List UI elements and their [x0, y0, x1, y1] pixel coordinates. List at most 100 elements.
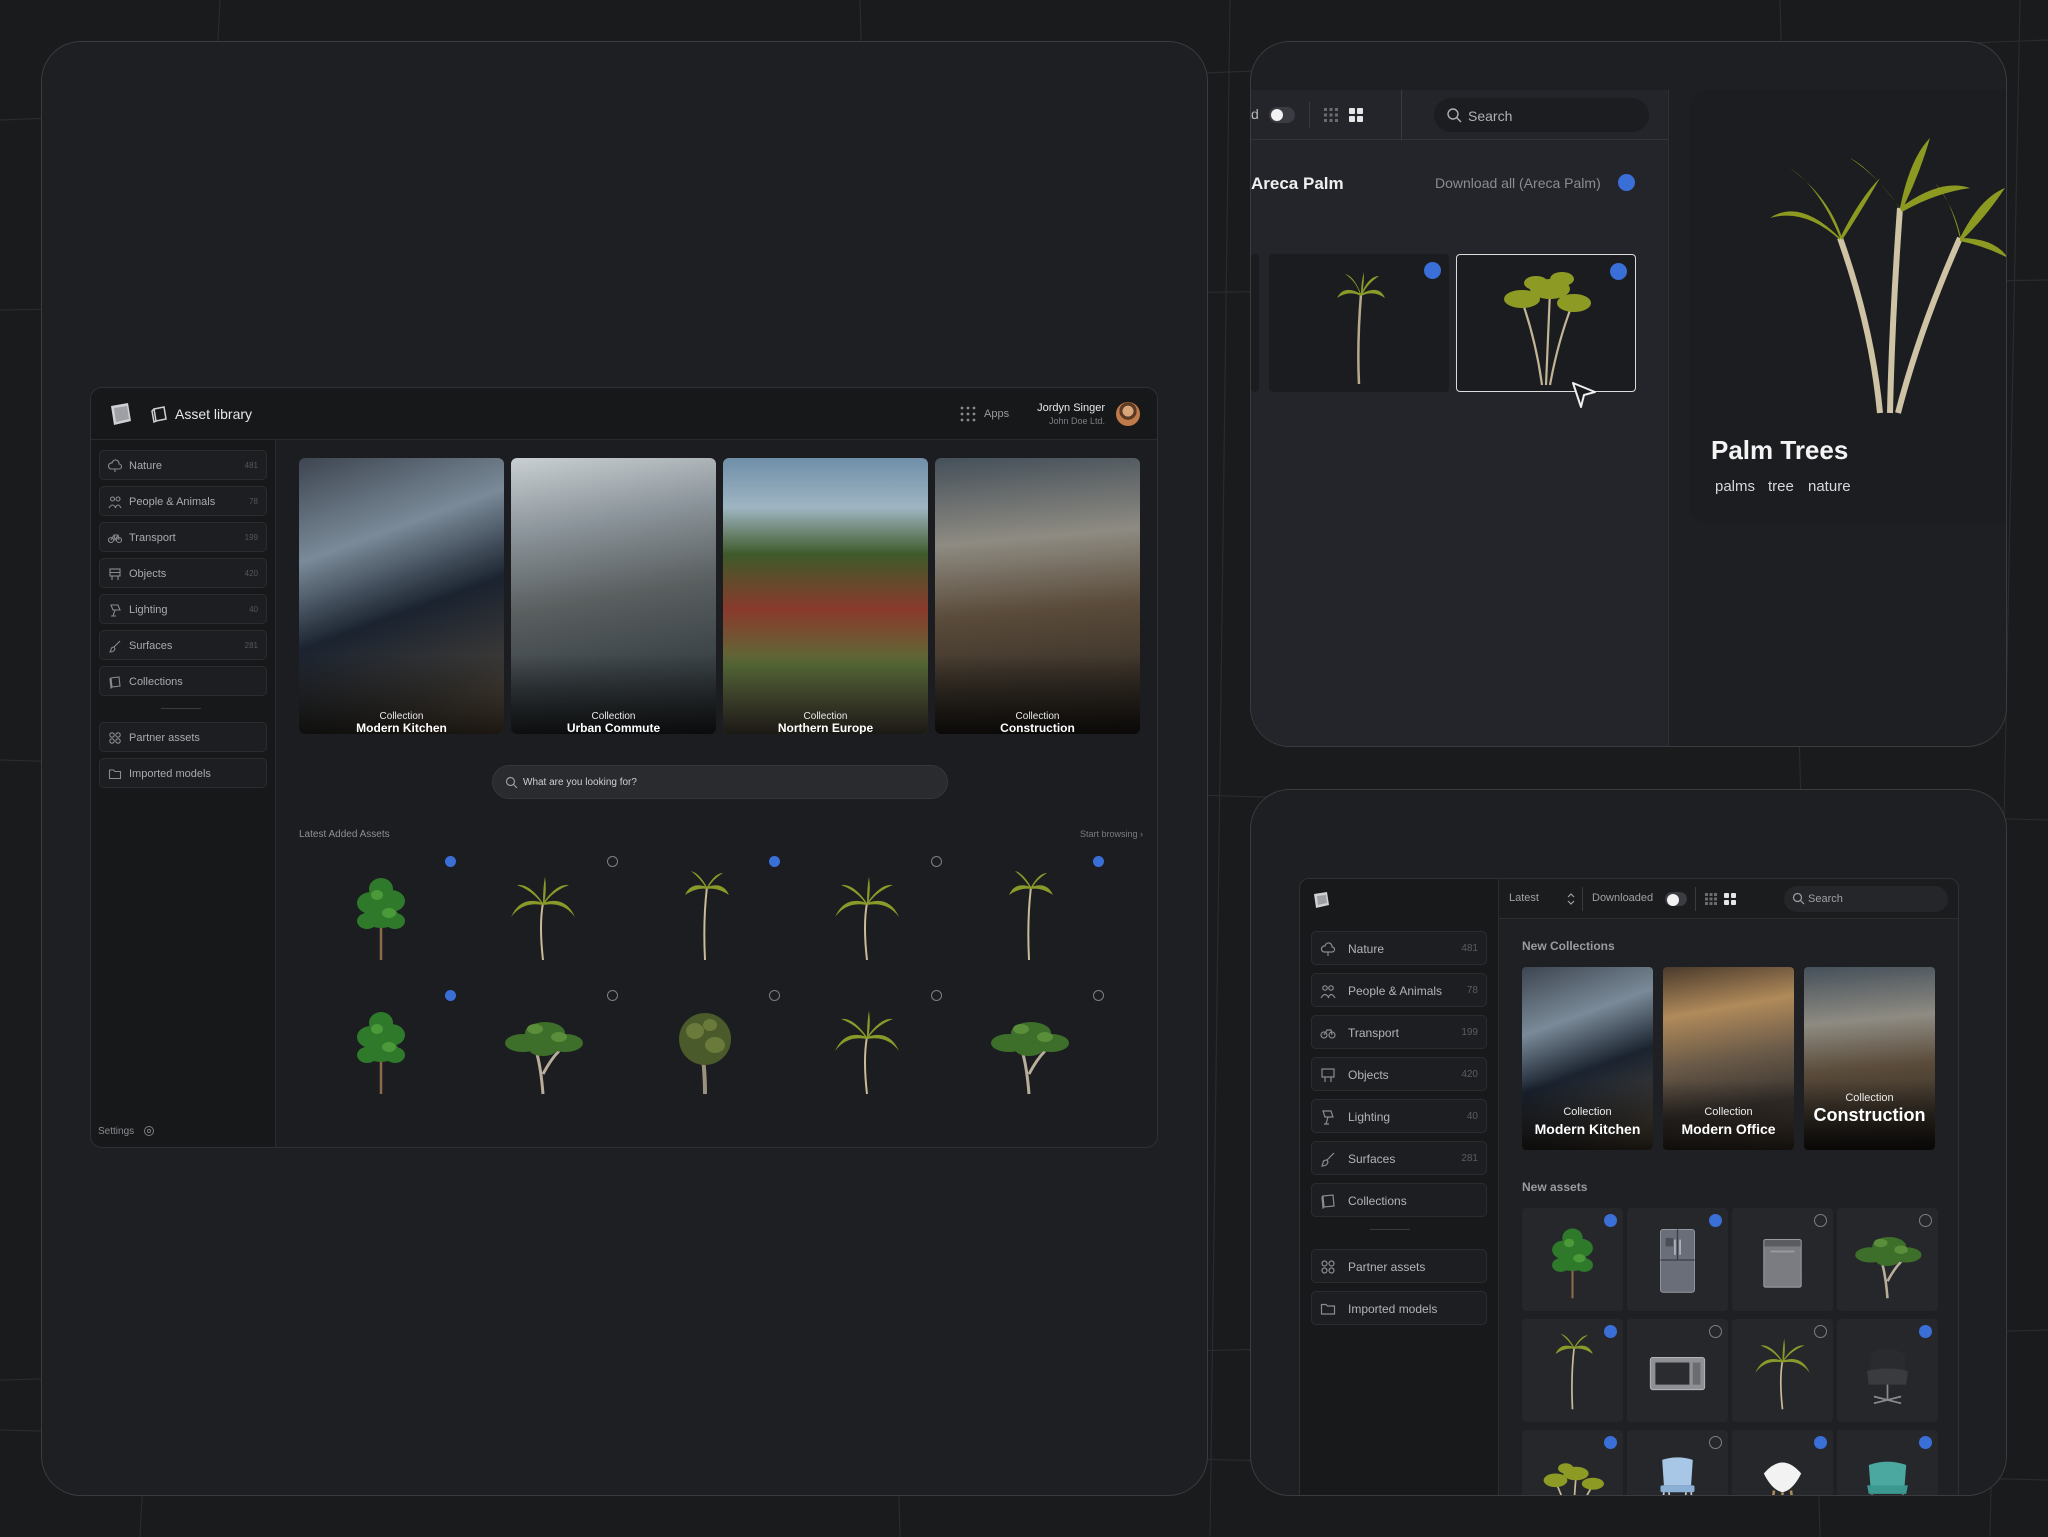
asset-tile[interactable]: [309, 850, 459, 980]
downloaded-check-icon[interactable]: [607, 990, 618, 1001]
preview-card[interactable]: Palm Trees palms tree nature: [1690, 90, 2006, 523]
search-input[interactable]: Search: [1784, 886, 1948, 912]
asset-tile-areca-palm-1[interactable]: [1269, 254, 1449, 392]
downloaded-check-icon[interactable]: [1709, 1436, 1722, 1449]
downloaded-toggle[interactable]: [1665, 892, 1687, 906]
avatar[interactable]: [1116, 402, 1140, 426]
sidebar-item-transport[interactable]: Transport 199: [1311, 1015, 1487, 1049]
download-badge[interactable]: [1610, 263, 1627, 280]
sidebar-item-collections[interactable]: Collections: [99, 666, 267, 696]
collection-card-urban-commute[interactable]: Collection Urban Commute: [511, 458, 716, 734]
asset-tile[interactable]: [633, 850, 783, 980]
downloaded-check-icon[interactable]: [1814, 1325, 1827, 1338]
download-badge[interactable]: [1093, 856, 1104, 867]
asset-tile[interactable]: [1522, 1430, 1623, 1495]
asset-tile[interactable]: [1627, 1319, 1728, 1422]
collection-card-modern-office[interactable]: Collection Modern Office: [1663, 967, 1794, 1150]
download-badge[interactable]: [1604, 1325, 1617, 1338]
download-badge[interactable]: [445, 856, 456, 867]
download-badge[interactable]: [1424, 262, 1441, 279]
tag-chip[interactable]: palms: [1715, 478, 1755, 495]
collection-card-modern-kitchen[interactable]: Collection Modern Kitchen: [299, 458, 504, 734]
asset-tile[interactable]: [1522, 1208, 1623, 1311]
asset-tile[interactable]: [795, 984, 945, 1114]
asset-tile[interactable]: [471, 850, 621, 980]
download-all-link[interactable]: Download all (Areca Palm): [1435, 175, 1601, 191]
asset-tile[interactable]: [1837, 1208, 1938, 1311]
sidebar-item-objects[interactable]: Objects 420: [99, 558, 267, 588]
downloaded-check-icon[interactable]: [607, 856, 618, 867]
asset-tile[interactable]: [309, 984, 459, 1114]
downloaded-check-icon[interactable]: [769, 990, 780, 1001]
asset-tile[interactable]: [957, 850, 1107, 980]
asset-tile[interactable]: [1627, 1430, 1728, 1495]
sidebar-item-partner-assets[interactable]: Partner assets: [99, 722, 267, 752]
download-badge[interactable]: [1604, 1214, 1617, 1227]
sidebar-item-people-animals[interactable]: People & Animals 78: [1311, 973, 1487, 1007]
large-grid-icon[interactable]: [1348, 107, 1364, 123]
downloaded-check-icon[interactable]: [1814, 1214, 1827, 1227]
downloaded-check-icon[interactable]: [1919, 1214, 1932, 1227]
sidebar-item-imported-models[interactable]: Imported models: [99, 758, 267, 788]
collection-icon: [151, 406, 167, 423]
search-input[interactable]: Search: [1434, 98, 1649, 132]
sidebar-item-transport[interactable]: Transport 199: [99, 522, 267, 552]
sidebar-item-people-animals[interactable]: People & Animals 78: [99, 486, 267, 516]
tag-chip[interactable]: nature: [1808, 478, 1851, 495]
asset-tile[interactable]: [795, 850, 945, 980]
downloaded-check-icon[interactable]: [1709, 1325, 1722, 1338]
apps-grid-icon[interactable]: [959, 405, 977, 423]
downloaded-check-icon[interactable]: [931, 856, 942, 867]
sidebar-item-label: Nature: [1348, 942, 1385, 956]
asset-tile[interactable]: [957, 984, 1107, 1114]
asset-tile[interactable]: [1732, 1319, 1833, 1422]
asset-tile[interactable]: [1522, 1319, 1623, 1422]
settings-link[interactable]: Settings: [98, 1126, 134, 1137]
large-grid-icon[interactable]: [1724, 893, 1736, 905]
downloaded-check-icon[interactable]: [1093, 990, 1104, 1001]
download-badge[interactable]: [1919, 1325, 1932, 1338]
sidebar-item-partner-assets[interactable]: Partner assets: [1311, 1249, 1487, 1283]
download-badge[interactable]: [1814, 1436, 1827, 1449]
collection-card-northern-europe[interactable]: Collection Northern Europe: [723, 458, 928, 734]
download-badge[interactable]: [769, 856, 780, 867]
palm-thumbnail: [835, 1011, 899, 1095]
sidebar-item-lighting[interactable]: Lighting 40: [99, 594, 267, 624]
sidebar-item-nature[interactable]: Nature 481: [99, 450, 267, 480]
asset-tile[interactable]: [633, 984, 783, 1114]
download-icon[interactable]: [1618, 174, 1635, 191]
downloaded-toggle[interactable]: [1269, 107, 1295, 123]
collection-card-construction[interactable]: Collection Construction: [1804, 967, 1935, 1150]
sidebar-item-surfaces[interactable]: Surfaces 281: [1311, 1141, 1487, 1175]
download-badge[interactable]: [445, 990, 456, 1001]
asset-tile[interactable]: [1837, 1430, 1938, 1495]
sidebar-item-nature[interactable]: Nature 481: [1311, 931, 1487, 965]
sidebar-item-surfaces[interactable]: Surfaces 281: [99, 630, 267, 660]
tag-chip[interactable]: tree: [1768, 478, 1794, 495]
collection-card-modern-kitchen[interactable]: Collection Modern Kitchen: [1522, 967, 1653, 1150]
asset-tile[interactable]: [1837, 1319, 1938, 1422]
sidebar-item-objects[interactable]: Objects 420: [1311, 1057, 1487, 1091]
sidebar-item-lighting[interactable]: Lighting 40: [1311, 1099, 1487, 1133]
asset-tile[interactable]: [1732, 1208, 1833, 1311]
apps-button[interactable]: Apps: [984, 408, 1009, 420]
download-badge[interactable]: [1604, 1436, 1617, 1449]
download-badge[interactable]: [1709, 1214, 1722, 1227]
search-input[interactable]: What are you looking for?: [492, 765, 948, 799]
sidebar-item-collections[interactable]: Collections: [1311, 1183, 1487, 1217]
asset-tile[interactable]: [471, 984, 621, 1114]
gear-icon[interactable]: [143, 1125, 155, 1137]
start-browsing-link[interactable]: Start browsing ›: [1080, 829, 1143, 839]
small-grid-icon[interactable]: [1705, 893, 1717, 905]
downloaded-check-icon[interactable]: [931, 990, 942, 1001]
sort-chevron-icon[interactable]: [1567, 892, 1575, 906]
asset-tile[interactable]: [1627, 1208, 1728, 1311]
asset-tile-areca-palm-2-selected[interactable]: [1456, 254, 1636, 392]
collection-card-construction[interactable]: Collection Construction: [935, 458, 1140, 734]
asset-tile[interactable]: [1732, 1430, 1833, 1495]
asset-tile-partial[interactable]: [1251, 254, 1259, 392]
download-badge[interactable]: [1919, 1436, 1932, 1449]
small-grid-icon[interactable]: [1323, 107, 1339, 123]
sort-select[interactable]: Latest: [1509, 892, 1539, 904]
sidebar-item-imported-models[interactable]: Imported models: [1311, 1291, 1487, 1325]
